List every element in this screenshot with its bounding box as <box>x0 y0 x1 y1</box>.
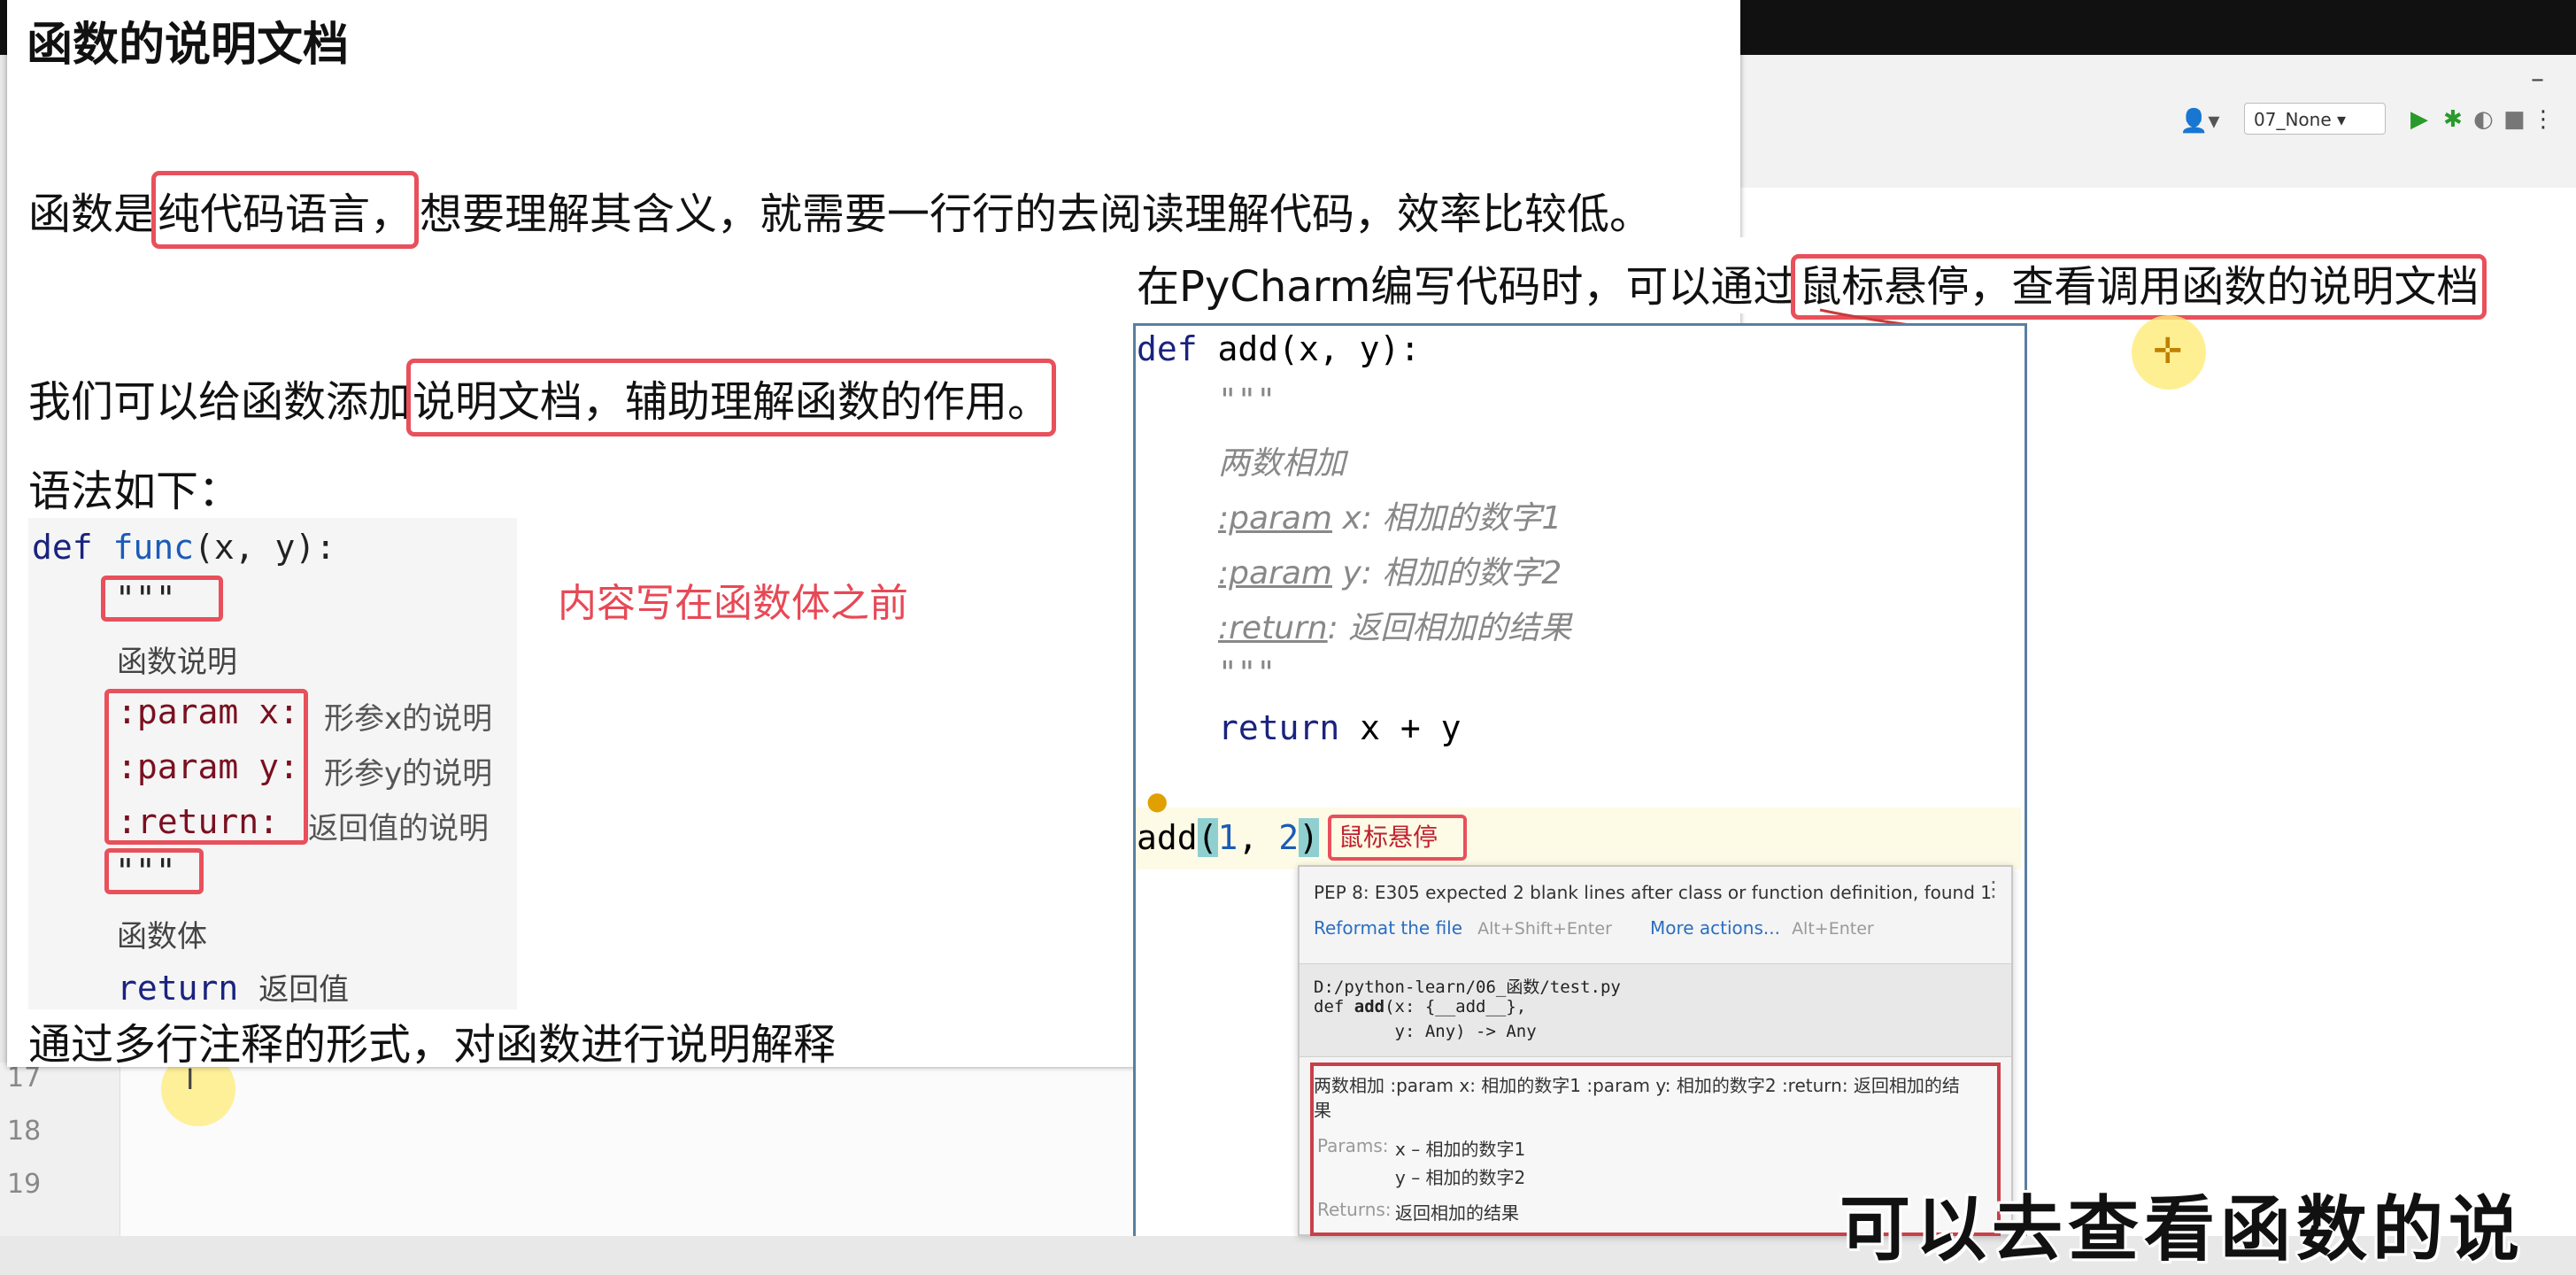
code-param-x: :param x: <box>117 692 299 731</box>
code-body: 函数体 <box>117 919 207 954</box>
pc-return-desc: : 返回相加的结果 <box>1327 610 1572 646</box>
code-return-desc: 返回值的说明 <box>308 811 489 846</box>
pc-call-close: ) <box>1299 818 1319 857</box>
popup-more-icon[interactable]: ⋮ <box>1983 877 2004 901</box>
pc-quote-close: """ <box>1218 655 1276 692</box>
popup-path: D:/python-learn/06_函数/test.py <box>1314 978 1621 997</box>
paragraph-1: 函数是纯代码语言， 想要理解其含义，就需要一行行的去阅读理解代码，效率比较低。 <box>28 171 1653 249</box>
code-def-kw: def <box>32 528 93 567</box>
pc-param1: :param x: 相加的数字1 <box>1218 492 1562 538</box>
minimize-icon[interactable]: – <box>2531 64 2544 95</box>
code-quote-open: """ <box>115 579 176 618</box>
pc-return-line: return x + y <box>1218 708 1462 747</box>
run-config-select[interactable]: 07_None ▾ <box>2244 103 2386 135</box>
sig-name: add <box>1354 997 1385 1016</box>
pc-call-line[interactable]: add(1, 2) <box>1137 818 1319 857</box>
returns-doc: 返回相加的结果 <box>1395 1202 1519 1224</box>
pc-return-doc: :return: 返回相加的结果 <box>1218 602 1571 648</box>
code-return-kw: return <box>117 969 239 1008</box>
right-heading: 在PyCharm编写代码时，可以通过鼠标悬停，查看调用函数的说明文档 <box>1137 251 2487 320</box>
lightbulb-icon[interactable]: ● <box>1146 786 1168 815</box>
paragraph-2: 我们可以给函数添加说明文档，辅助理解函数的作用。 <box>28 359 1057 437</box>
pc-call-sep: , <box>1238 818 1279 857</box>
pc-desc: 两数相加 <box>1218 445 1346 482</box>
code-param-y: :param y: <box>117 747 299 786</box>
pc-def-kw: def <box>1137 329 1198 368</box>
code-quote-close: """ <box>115 852 176 891</box>
code-return-val: 返回值 <box>258 972 350 1008</box>
crosshair-icon: ✛ <box>2153 331 2183 372</box>
pc-param1-desc: 相加的数字1 <box>1382 500 1562 537</box>
line-number: 18 <box>7 1116 42 1147</box>
para1-highlight: 纯代码语言， <box>151 171 420 249</box>
pc-call-open: ( <box>1197 818 1218 857</box>
pc-param2: :param y: 相加的数字2 <box>1218 547 1562 593</box>
code-func-name: func <box>112 528 195 567</box>
param2-doc: y – 相加的数字2 <box>1395 1167 1526 1188</box>
pc-return-tag: :return <box>1218 610 1328 646</box>
param1-doc: x – 相加的数字1 <box>1395 1139 1526 1160</box>
pc-call-fn: add <box>1137 818 1198 857</box>
debug-icon[interactable]: ✱ <box>2443 106 2463 133</box>
para1-text: 函数是 <box>28 189 157 239</box>
more-actions-link[interactable]: More actions... <box>1650 917 1780 939</box>
hover-tag: 鼠标悬停 <box>1328 815 1467 861</box>
pc-param1-tag: :param <box>1218 500 1332 537</box>
code-doc-desc: 函数说明 <box>117 645 237 680</box>
pc-param2-desc: 相加的数字2 <box>1382 555 1562 591</box>
pc-def-line: def add(x, y): <box>1137 329 1420 368</box>
pc-param2-name: y: <box>1342 555 1372 591</box>
slide-footer: 通过多行注释的形式，对函数进行说明解释 <box>28 1020 837 1070</box>
params-label: Params: <box>1317 1135 1389 1156</box>
syntax-label: 语法如下： <box>28 467 242 516</box>
para2-text: 我们可以给函数添加 <box>28 377 412 427</box>
para1-text-rest: 想要理解其含义，就需要一行行的去阅读理解代码，效率比较低。 <box>420 189 1653 239</box>
more-icon[interactable]: ⋮ <box>2532 106 2555 133</box>
code-editor[interactable] <box>120 1062 1138 1236</box>
returns-label: Returns: <box>1317 1199 1392 1220</box>
reformat-link[interactable]: Reformat the file <box>1314 917 1462 939</box>
coverage-icon[interactable]: ◐ <box>2473 106 2494 133</box>
video-subtitle: 可以去查看函数的说 <box>1839 1188 2525 1271</box>
pc-quote-open: """ <box>1218 382 1276 419</box>
popup-sig-line2: y: Any) -> Any <box>1314 1022 1537 1041</box>
pc-param2-tag: :param <box>1218 555 1332 591</box>
pc-call-arg1: 1 <box>1217 818 1238 857</box>
note-text: 内容写在函数体之前 <box>558 581 908 626</box>
line-gutter: 17 18 19 <box>0 1062 120 1236</box>
ide-toolbar: – 👤▾ ▶ ✱ ◐ ■ ⋮ <box>1735 55 2576 189</box>
code-def-line: def func(x, y): <box>32 528 335 567</box>
sig-def: def <box>1314 997 1354 1016</box>
code-param-x-desc: 形参x的说明 <box>324 701 493 737</box>
pc-return-kw: return <box>1218 708 1340 747</box>
stop-icon[interactable]: ■ <box>2503 106 2526 133</box>
right-heading-pre: 在PyCharm编写代码时，可以通过 <box>1137 262 1796 312</box>
code-param-y-desc: 形参y的说明 <box>324 756 493 792</box>
popup-actions: Reformat the file Alt+Shift+Enter More a… <box>1314 917 1874 939</box>
code-signature: (x, y): <box>194 528 336 567</box>
code-return-tag: :return: <box>117 802 280 841</box>
sig-params: (x: {__add__}, <box>1384 997 1527 1016</box>
popup-warning: PEP 8: E305 expected 2 blank lines after… <box>1314 882 1992 903</box>
user-icon[interactable]: 👤▾ <box>2179 108 2219 135</box>
run-icon[interactable]: ▶ <box>2410 106 2428 133</box>
popup-doc-text: 两数相加 :param x: 相加的数字1 :param y: 相加的数字2 :… <box>1314 1075 1960 1096</box>
code-return-line: return 返回值 <box>117 965 349 1008</box>
popup-sig-line1: def add(x: {__add__}, <box>1314 997 1526 1016</box>
line-number: 19 <box>7 1169 42 1200</box>
pc-call-arg2: 2 <box>1278 818 1300 857</box>
popup-doc-text-2: 果 <box>1314 1100 1331 1121</box>
para2-highlight: 说明文档，辅助理解函数的作用。 <box>406 359 1057 437</box>
pc-return-expr: x + y <box>1360 708 1462 747</box>
more-actions-hint: Alt+Enter <box>1792 919 1874 939</box>
reformat-hint: Alt+Shift+Enter <box>1477 919 1612 939</box>
slide-title: 函数的说明文档 <box>27 19 350 72</box>
pc-param1-name: x: <box>1342 500 1372 537</box>
pc-def-rest: add(x, y): <box>1217 329 1421 368</box>
